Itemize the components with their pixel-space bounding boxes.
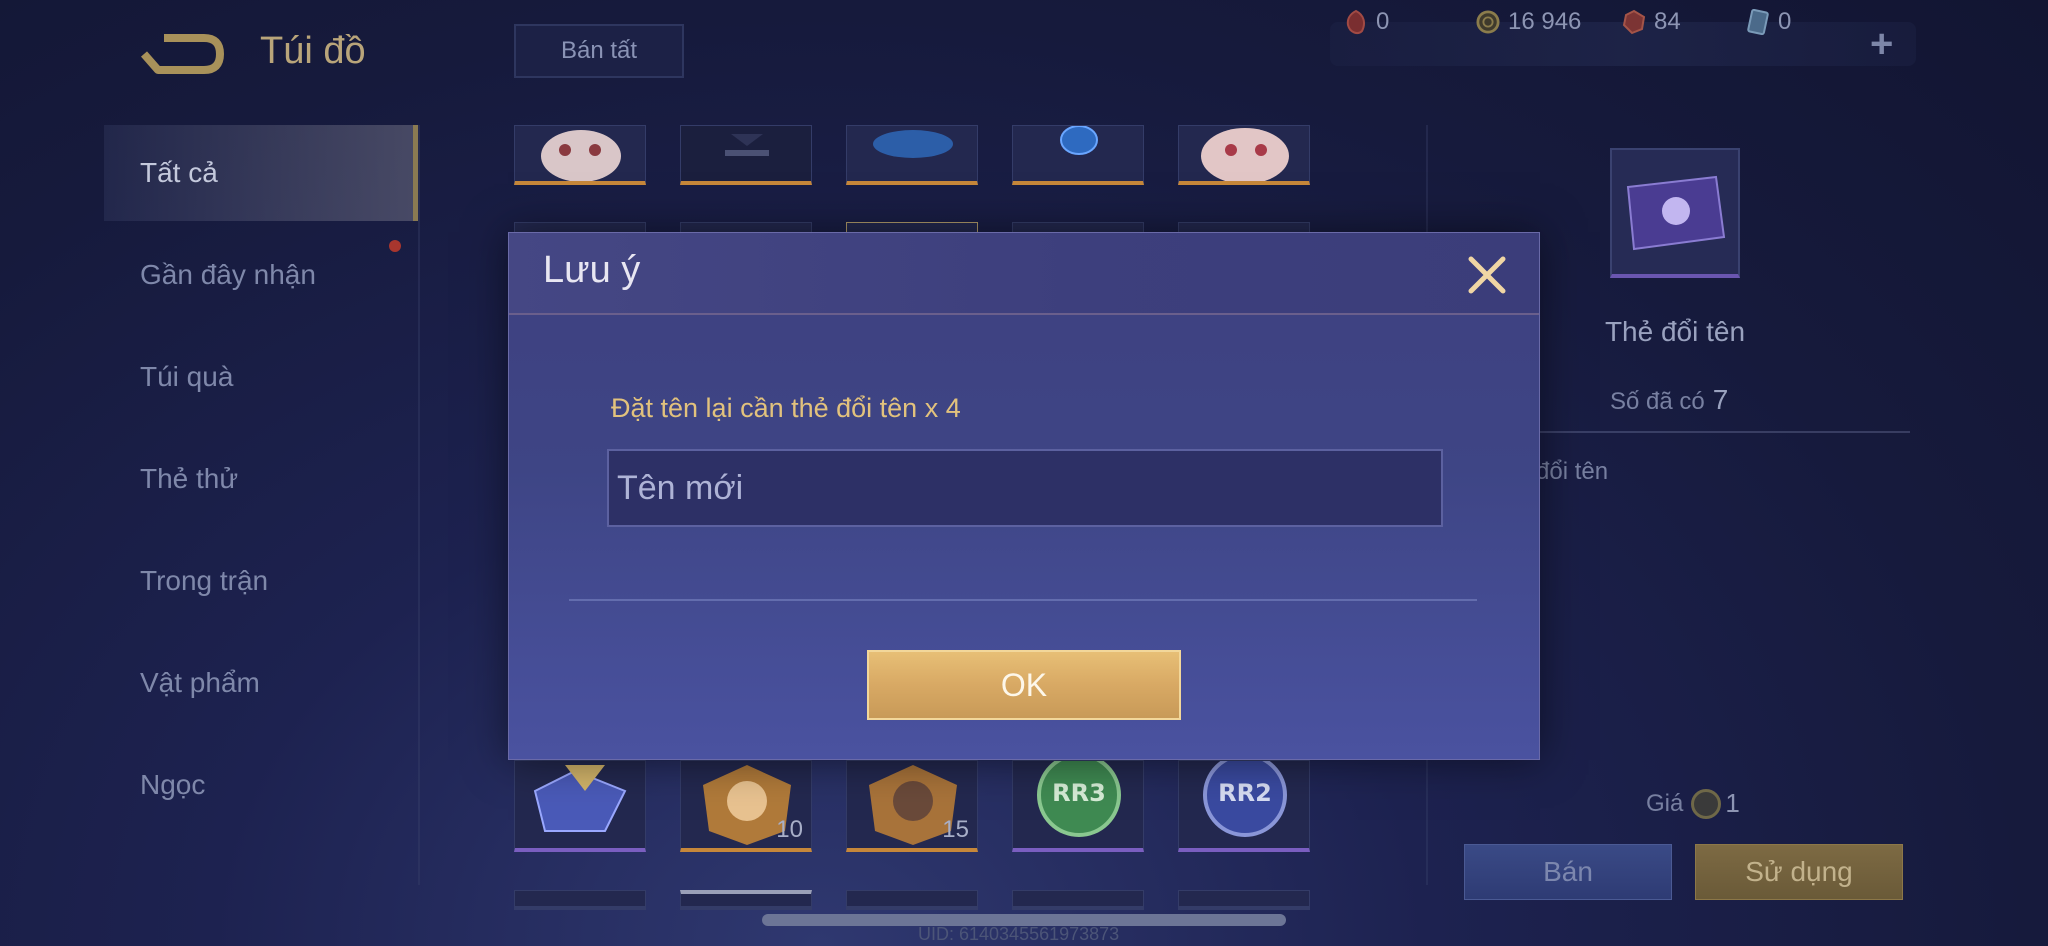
gold-coin-icon bbox=[1691, 788, 1722, 819]
divider bbox=[418, 125, 420, 885]
ruby-icon bbox=[1622, 9, 1646, 35]
sidebar-item-gems[interactable]: Ngọc bbox=[104, 737, 418, 833]
sidebar-item-gift-bag[interactable]: Túi quà bbox=[104, 329, 418, 425]
dialog-message: Đặt tên lại cần thẻ đổi tên x 4 bbox=[611, 393, 961, 423]
grid-item[interactable]: 15 bbox=[846, 760, 978, 852]
item-name: Thẻ đổi tên bbox=[1604, 316, 1746, 347]
crystal-icon bbox=[533, 765, 627, 832]
currency-value: 0 bbox=[1376, 8, 1390, 35]
sell-all-button[interactable]: Bán tất bbox=[514, 24, 684, 78]
sidebar-item-in-match[interactable]: Trong trận bbox=[104, 533, 418, 629]
currency-value: 0 bbox=[1778, 8, 1792, 35]
red-token-icon bbox=[1346, 9, 1365, 34]
currency-red-token: 0 bbox=[1344, 0, 1389, 44]
sidebar-item-recent[interactable]: Gần đây nhận bbox=[104, 227, 418, 323]
currency-gold: 16 946 bbox=[1476, 0, 1581, 44]
badge-text: RR3 bbox=[1052, 779, 1106, 807]
add-currency-button[interactable]: + bbox=[1870, 22, 1893, 66]
currency-value: 16 946 bbox=[1508, 8, 1582, 35]
grid-item[interactable] bbox=[514, 760, 646, 852]
grid-item[interactable] bbox=[1012, 125, 1144, 185]
grid-item[interactable] bbox=[846, 890, 978, 910]
badge-rr3-icon: RR3 bbox=[1037, 761, 1121, 837]
sidebar-item-all[interactable]: Tất cả bbox=[104, 125, 418, 221]
sidebar-item-trial-cards[interactable]: Thẻ thử bbox=[104, 431, 418, 527]
grid-item[interactable] bbox=[680, 125, 812, 185]
dialog-header: Lưu ý bbox=[509, 233, 1539, 315]
sidebar: Tất cả Gần đây nhận Túi quà Thẻ thử Tron… bbox=[104, 125, 418, 885]
card-icon bbox=[1747, 9, 1769, 35]
badge-rr2-icon: RR2 bbox=[1203, 761, 1287, 837]
ok-button[interactable]: OK bbox=[867, 650, 1181, 720]
use-button[interactable]: Sử dụng bbox=[1695, 844, 1903, 900]
uid-text: UID: 6140345561973873 bbox=[918, 924, 1120, 944]
currency-value: 84 bbox=[1654, 8, 1681, 35]
dialog-title: Lưu ý bbox=[543, 249, 641, 291]
currency-card: 0 bbox=[1746, 0, 1791, 44]
grid-item[interactable] bbox=[1178, 125, 1310, 185]
portal-icon bbox=[1060, 126, 1098, 155]
grid-item[interactable]: 10 bbox=[680, 760, 812, 852]
currency-ruby: 84 bbox=[1622, 0, 1681, 44]
page-title: Túi đồ bbox=[260, 30, 366, 72]
mascot-icon bbox=[1201, 128, 1289, 181]
item-description: đổi tên bbox=[1536, 458, 1609, 485]
new-name-input[interactable] bbox=[607, 449, 1443, 527]
frame-icon bbox=[725, 134, 769, 156]
price-row: Giá 1 bbox=[1646, 788, 1740, 819]
orb-icon bbox=[873, 130, 953, 158]
rename-dialog: Lưu ý Đặt tên lại cần thẻ đổi tên x 4 OK bbox=[508, 232, 1540, 760]
grid-item[interactable]: RR3 bbox=[1012, 760, 1144, 852]
notification-dot bbox=[389, 240, 401, 252]
grid-item[interactable]: RR2 bbox=[1178, 760, 1310, 852]
badge-text: RR2 bbox=[1218, 779, 1272, 807]
back-arrow-icon[interactable] bbox=[138, 30, 226, 78]
item-count: 15 bbox=[942, 816, 969, 843]
sell-button[interactable]: Bán bbox=[1464, 844, 1672, 900]
item-thumbnail bbox=[1610, 148, 1740, 278]
divider bbox=[1500, 431, 1910, 433]
grid-item[interactable] bbox=[680, 890, 812, 910]
grid-item[interactable] bbox=[514, 125, 646, 185]
item-count: 10 bbox=[776, 816, 803, 843]
divider bbox=[569, 599, 1477, 601]
gold-coin-icon bbox=[1476, 10, 1500, 34]
mascot-icon bbox=[541, 130, 621, 181]
grid-item[interactable] bbox=[1012, 890, 1144, 910]
rename-card-icon bbox=[1626, 175, 1726, 251]
close-icon[interactable] bbox=[1465, 253, 1509, 297]
grid-item[interactable] bbox=[1178, 890, 1310, 910]
grid-item[interactable] bbox=[846, 125, 978, 185]
grid-item[interactable] bbox=[514, 890, 646, 910]
sidebar-item-items[interactable]: Vật phẩm bbox=[104, 635, 418, 731]
owned-count: Số đã có 7 bbox=[1610, 384, 1729, 415]
